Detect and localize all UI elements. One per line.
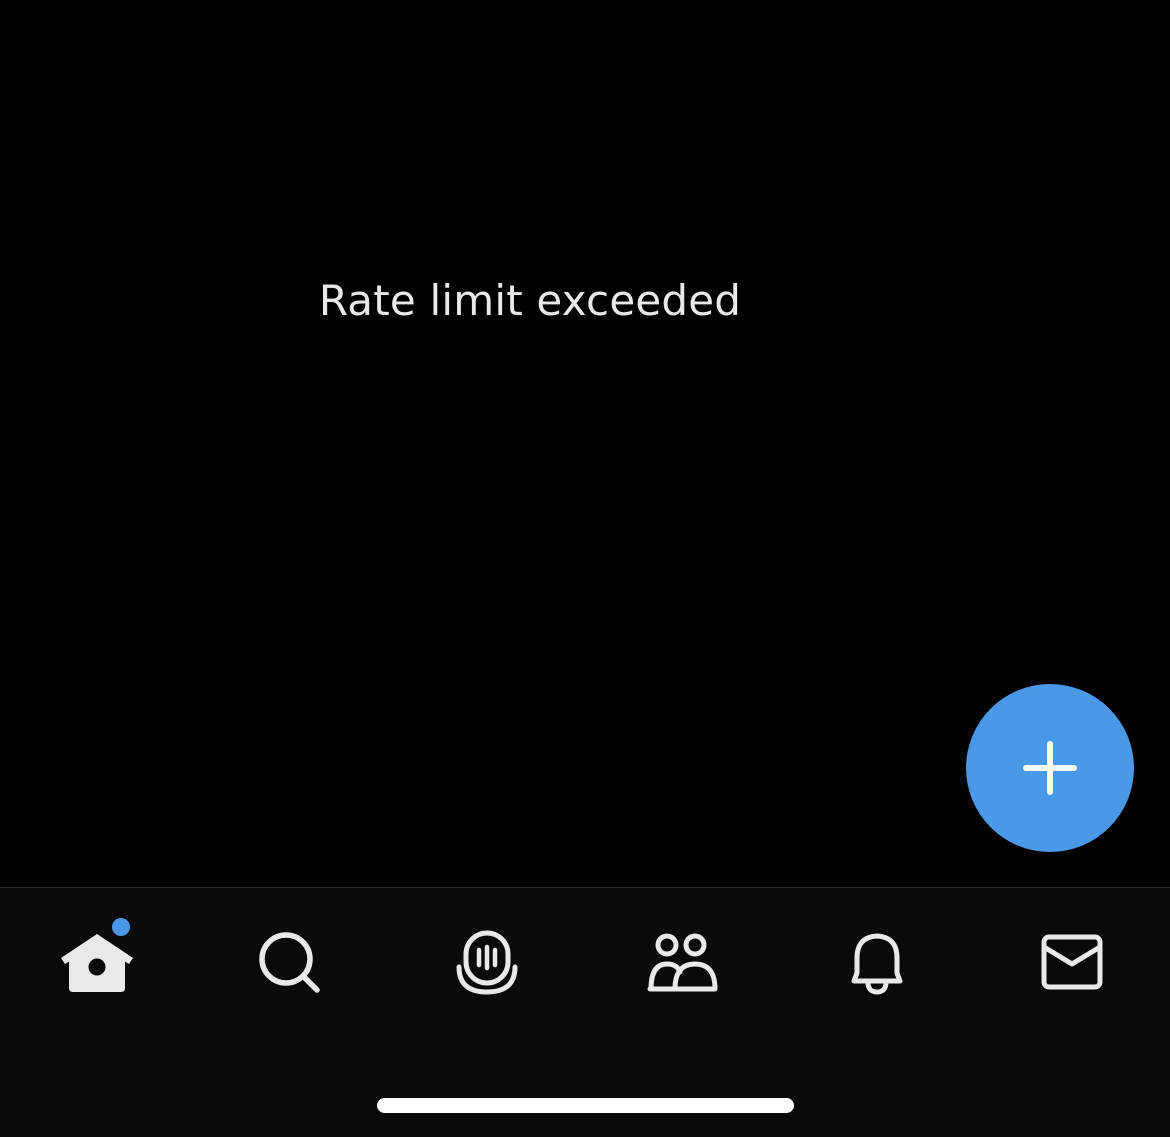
communities-icon <box>647 933 718 992</box>
bell-icon <box>851 933 903 995</box>
unread-dot-badge <box>112 918 130 936</box>
error-message: Rate limit exceeded <box>318 276 742 325</box>
plus-icon <box>1023 741 1077 795</box>
main-content: Rate limit exceeded <box>0 0 1170 887</box>
envelope-icon <box>1041 934 1103 990</box>
search-icon <box>259 932 320 993</box>
compose-button[interactable] <box>966 684 1134 852</box>
tab-notifications[interactable] <box>817 912 937 1016</box>
tab-search[interactable] <box>231 912 351 1016</box>
tab-spaces[interactable] <box>427 912 547 1016</box>
spaces-microphone-icon <box>456 930 518 995</box>
tab-messages[interactable] <box>1012 912 1132 1016</box>
home-indicator[interactable] <box>377 1098 794 1113</box>
home-icon <box>61 934 133 992</box>
tab-home[interactable] <box>37 912 157 1016</box>
tab-communities[interactable] <box>622 912 742 1016</box>
